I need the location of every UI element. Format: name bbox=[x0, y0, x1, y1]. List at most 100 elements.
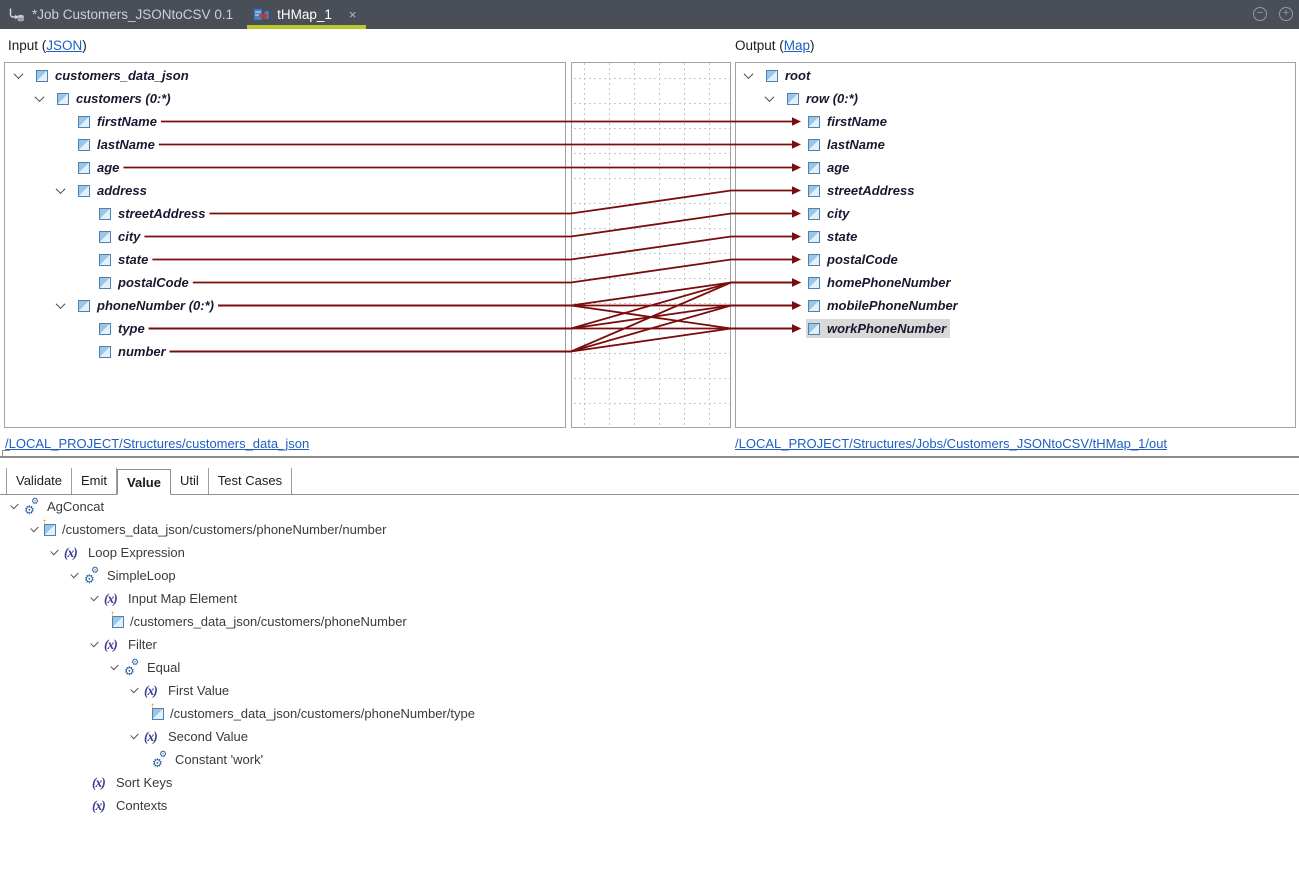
expression-row[interactable]: (x)Input Map Element bbox=[0, 587, 1299, 610]
chevron-down-icon[interactable] bbox=[56, 184, 66, 194]
tree-row-state[interactable]: state bbox=[5, 248, 565, 271]
element-icon bbox=[78, 139, 90, 151]
expression-row-label: Contexts bbox=[116, 798, 167, 813]
tree-row-city[interactable]: city bbox=[736, 202, 1295, 225]
editor-tabbar: *Job Customers_JSONtoCSV 0.1 tHMap_1 × −… bbox=[0, 0, 1299, 29]
expression-row[interactable]: (x) Contexts bbox=[0, 794, 1299, 817]
tree-row-age[interactable]: age bbox=[5, 156, 565, 179]
output-format-link[interactable]: Map bbox=[784, 38, 810, 53]
expression-row[interactable]: (x)First Value bbox=[0, 679, 1299, 702]
chevron-down-icon[interactable] bbox=[50, 547, 58, 555]
chevron-down-icon[interactable] bbox=[70, 570, 78, 578]
expression-row-label: Constant 'work' bbox=[175, 752, 263, 767]
expression-row[interactable]: ⚙⚙AgConcat bbox=[0, 495, 1299, 518]
element-icon bbox=[78, 300, 90, 312]
tree-row-type[interactable]: type bbox=[5, 317, 565, 340]
element-icon bbox=[766, 70, 778, 82]
tree-row-state[interactable]: state bbox=[736, 225, 1295, 248]
tree-row-lastName[interactable]: lastName bbox=[736, 133, 1295, 156]
chevron-down-icon[interactable] bbox=[110, 662, 118, 670]
tree-row-city[interactable]: city bbox=[5, 225, 565, 248]
expression-row[interactable]: ↑/customers_data_json/customers/phoneNum… bbox=[0, 702, 1299, 725]
chevron-down-icon[interactable] bbox=[35, 92, 45, 102]
thmap-editor-window: *Job Customers_JSONtoCSV 0.1 tHMap_1 × −… bbox=[0, 0, 1299, 887]
expression-row[interactable]: (x)Filter bbox=[0, 633, 1299, 656]
output-structure-link[interactable]: /LOCAL_PROJECT/Structures/Jobs/Customers… bbox=[735, 436, 1167, 451]
element-icon bbox=[99, 277, 111, 289]
element-icon bbox=[99, 208, 111, 220]
element-icon bbox=[78, 185, 90, 197]
tree-row-label: homePhoneNumber bbox=[827, 275, 951, 290]
element-reference-icon: ↑ bbox=[112, 616, 124, 628]
element-icon bbox=[99, 346, 111, 358]
element-icon bbox=[78, 162, 90, 174]
tree-row-address[interactable]: address bbox=[5, 179, 565, 202]
tree-row-label: customers_data_json bbox=[55, 68, 189, 83]
expression-row-label: First Value bbox=[168, 683, 229, 698]
input-structure-link[interactable]: /LOCAL_PROJECT/Structures/customers_data… bbox=[5, 436, 309, 451]
tab-value[interactable]: Value bbox=[117, 469, 171, 495]
chevron-down-icon[interactable] bbox=[30, 524, 38, 532]
tab-test-cases[interactable]: Test Cases bbox=[209, 468, 292, 494]
tree-row-root[interactable]: root bbox=[736, 64, 1295, 87]
tree-row-streetAddress[interactable]: streetAddress bbox=[5, 202, 565, 225]
tree-row-number[interactable]: number bbox=[5, 340, 565, 363]
chevron-down-icon[interactable] bbox=[90, 593, 98, 601]
element-icon bbox=[787, 93, 799, 105]
expression-row-label: Input Map Element bbox=[128, 591, 237, 606]
expression-row-label: /customers_data_json/customers/phoneNumb… bbox=[62, 522, 386, 537]
chevron-down-icon[interactable] bbox=[765, 92, 775, 102]
tree-row-label: phoneNumber (0:*) bbox=[97, 298, 214, 313]
tree-row-customers[interactable]: customers (0:*) bbox=[5, 87, 565, 110]
tree-row-postalCode[interactable]: postalCode bbox=[5, 271, 565, 294]
function-icon: (x) bbox=[92, 798, 110, 814]
tree-row-row[interactable]: row (0:*) bbox=[736, 87, 1295, 110]
tab-thmap-1[interactable]: tHMap_1 × bbox=[245, 0, 368, 29]
tree-row-label: lastName bbox=[97, 137, 155, 152]
expression-row-label: /customers_data_json/customers/phoneNumb… bbox=[170, 706, 475, 721]
tab-emit[interactable]: Emit bbox=[72, 468, 117, 494]
tree-row-streetAddress[interactable]: streetAddress bbox=[736, 179, 1295, 202]
expression-row[interactable]: (x)Second Value bbox=[0, 725, 1299, 748]
chevron-down-icon[interactable] bbox=[130, 685, 138, 693]
expression-row-label: Equal bbox=[147, 660, 180, 675]
tree-row-firstName[interactable]: firstName bbox=[5, 110, 565, 133]
tab-util[interactable]: Util bbox=[171, 468, 209, 494]
tab-validate[interactable]: Validate bbox=[6, 468, 72, 494]
close-icon[interactable]: × bbox=[349, 7, 357, 22]
expression-row[interactable]: ⚙⚙Equal bbox=[0, 656, 1299, 679]
tree-row-firstName[interactable]: firstName bbox=[736, 110, 1295, 133]
chevron-down-icon[interactable] bbox=[744, 69, 754, 79]
expression-row[interactable]: (x)Sort Keys bbox=[0, 771, 1299, 794]
expression-row[interactable]: (x)Loop Expression bbox=[0, 541, 1299, 564]
tree-row-label: root bbox=[785, 68, 810, 83]
tree-row-homePhoneNumber[interactable]: homePhoneNumber bbox=[736, 271, 1295, 294]
chevron-down-icon[interactable] bbox=[56, 299, 66, 309]
expand-all-button[interactable]: + bbox=[1279, 7, 1293, 21]
input-format-link[interactable]: JSON bbox=[46, 38, 82, 53]
collapse-all-button[interactable]: − bbox=[1253, 7, 1267, 21]
chevron-down-icon[interactable] bbox=[130, 731, 138, 739]
element-icon bbox=[99, 231, 111, 243]
expression-row-label: Second Value bbox=[168, 729, 248, 744]
tab-job-customers-jsontocsv[interactable]: *Job Customers_JSONtoCSV 0.1 bbox=[0, 0, 245, 29]
thmap-icon bbox=[253, 7, 270, 23]
tree-row-label: postalCode bbox=[118, 275, 189, 290]
tree-row-phoneNumber[interactable]: phoneNumber (0:*) bbox=[5, 294, 565, 317]
expression-row[interactable]: ⚙⚙SimpleLoop bbox=[0, 564, 1299, 587]
tree-row-postalCode[interactable]: postalCode bbox=[736, 248, 1295, 271]
expression-row[interactable]: ⚙⚙Constant 'work' bbox=[0, 748, 1299, 771]
tree-row-label: state bbox=[118, 252, 148, 267]
chevron-down-icon[interactable] bbox=[10, 501, 18, 509]
tree-row-age[interactable]: age bbox=[736, 156, 1295, 179]
expression-row[interactable]: ↑/customers_data_json/customers/phoneNum… bbox=[0, 518, 1299, 541]
chevron-down-icon[interactable] bbox=[90, 639, 98, 647]
tree-row-customers_data_json[interactable]: customers_data_json bbox=[5, 64, 565, 87]
chevron-down-icon[interactable] bbox=[14, 69, 24, 79]
tree-row-lastName[interactable]: lastName bbox=[5, 133, 565, 156]
horizontal-splitter[interactable] bbox=[0, 456, 1299, 458]
function-icon: (x) bbox=[64, 545, 82, 561]
tree-row-mobilePhoneNumber[interactable]: mobilePhoneNumber bbox=[736, 294, 1295, 317]
tree-row-workPhoneNumber[interactable]: workPhoneNumber bbox=[736, 317, 1295, 340]
expression-row[interactable]: ↑/customers_data_json/customers/phoneNum… bbox=[0, 610, 1299, 633]
